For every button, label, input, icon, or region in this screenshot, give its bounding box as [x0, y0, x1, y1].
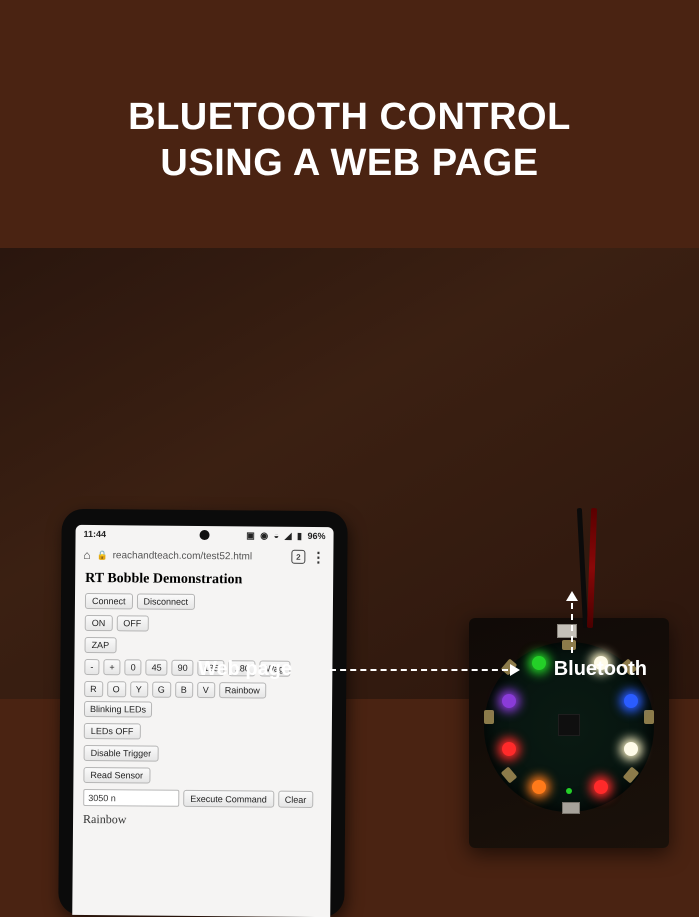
battery-icon: ▮ [297, 530, 302, 540]
arrow-line [571, 603, 573, 653]
arrow-horizontal [330, 669, 518, 671]
color-g-button[interactable]: G [152, 682, 171, 698]
pad [484, 710, 494, 724]
black-wire [577, 508, 588, 628]
color-b-button[interactable]: B [175, 682, 193, 698]
led-blue [624, 694, 638, 708]
lock-icon: 🔒 [97, 550, 108, 560]
row-command: Execute Command Clear [83, 789, 321, 808]
red-wire [587, 508, 597, 628]
pad [623, 766, 640, 783]
leds-off-button[interactable]: LEDs OFF [84, 723, 141, 739]
web-page: RT Bobble Demonstration Connect Disconne… [73, 567, 333, 839]
device-enclosure [469, 618, 669, 848]
pad [501, 766, 518, 783]
camera-notch [200, 530, 210, 540]
color-o-button[interactable]: O [107, 681, 126, 697]
arrow-vertical [571, 593, 573, 653]
battery-pct: 96% [307, 530, 325, 540]
blinking-leds-button[interactable]: Blinking LEDs [84, 701, 152, 718]
read-sensor-button[interactable]: Read Sensor [83, 767, 150, 784]
led-white [624, 742, 638, 756]
jst-connector [557, 624, 577, 638]
row-connect: Connect Disconnect [85, 593, 323, 611]
url-text: reachandteach.com/test52.html [113, 550, 253, 562]
disconnect-button[interactable]: Disconnect [136, 593, 195, 610]
off-button[interactable]: OFF [116, 615, 148, 631]
row-colors: R O Y G B V Rainbow Blinking LEDs [84, 681, 322, 719]
angle-0-button[interactable]: 0 [125, 659, 142, 675]
headline-line2: USING A WEB PAGE [0, 141, 699, 187]
tab-count[interactable]: 2 [291, 550, 305, 564]
wifi-icon: ◒ [274, 530, 280, 540]
page-title: RT Bobble Demonstration [85, 571, 323, 589]
clear-button[interactable]: Clear [278, 791, 314, 808]
status-time: 11:44 [84, 529, 107, 539]
on-button[interactable]: ON [85, 615, 113, 631]
home-icon[interactable]: ⌂ [83, 548, 90, 562]
label-web-page: Web page [198, 658, 292, 681]
pad [562, 640, 576, 650]
row-onoff: ON OFF [85, 615, 323, 633]
connect-button[interactable]: Connect [85, 593, 133, 609]
angle-45-button[interactable]: 45 [146, 659, 168, 675]
angle-dec-button[interactable]: - [84, 659, 99, 675]
color-y-button[interactable]: Y [130, 681, 148, 697]
led-red [502, 742, 516, 756]
row-sensor: Read Sensor [83, 767, 321, 785]
phone-screen: 11:44 ▣ ◉ ◒ ◢ ▮ 96% ⌂ 🔒 reachandteach.co… [72, 525, 333, 917]
arrow-head-icon [510, 664, 520, 676]
led-green [532, 656, 546, 670]
signal-icon: ◢ [285, 530, 292, 540]
angle-inc-button[interactable]: + [103, 659, 120, 675]
led-red [594, 780, 608, 794]
command-input[interactable] [83, 789, 179, 807]
pad [644, 710, 654, 724]
color-v-button[interactable]: V [197, 682, 215, 698]
led-orange [532, 780, 546, 794]
row-ledsoff: LEDs OFF [84, 723, 322, 741]
angle-90-button[interactable]: 90 [172, 660, 194, 676]
mcu-chip [558, 714, 580, 736]
url-display[interactable]: 🔒 reachandteach.com/test52.html [97, 550, 286, 563]
headline: BLUETOOTH CONTROL USING A WEB PAGE [0, 95, 699, 186]
execute-command-button[interactable]: Execute Command [183, 790, 274, 808]
arrow-head-icon [566, 591, 578, 601]
status-text: Rainbow [83, 812, 321, 829]
sync-icon: ◉ [260, 530, 268, 540]
usb-port [562, 802, 580, 814]
arrow-line [330, 669, 508, 671]
led-status-green [566, 788, 572, 794]
led-purple [502, 694, 516, 708]
zap-button[interactable]: ZAP [85, 637, 117, 653]
color-r-button[interactable]: R [84, 681, 103, 697]
browser-toolbar: ⌂ 🔒 reachandteach.com/test52.html 2 ⋮ [75, 543, 333, 569]
label-bluetooth: Bluetooth [554, 658, 647, 681]
nfc-icon: ▣ [246, 530, 255, 540]
headline-line1: BLUETOOTH CONTROL [0, 95, 699, 141]
row-trigger: Disable Trigger [84, 745, 322, 763]
menu-icon[interactable]: ⋮ [311, 550, 325, 564]
rainbow-button[interactable]: Rainbow [219, 682, 266, 698]
phone: 11:44 ▣ ◉ ◒ ◢ ▮ 96% ⌂ 🔒 reachandteach.co… [58, 509, 348, 917]
disable-trigger-button[interactable]: Disable Trigger [84, 745, 159, 762]
status-icons: ▣ ◉ ◒ ◢ ▮ 96% [243, 530, 325, 542]
row-zap: ZAP [85, 637, 323, 655]
photo-backdrop: 11:44 ▣ ◉ ◒ ◢ ▮ 96% ⌂ 🔒 reachandteach.co… [0, 248, 699, 699]
